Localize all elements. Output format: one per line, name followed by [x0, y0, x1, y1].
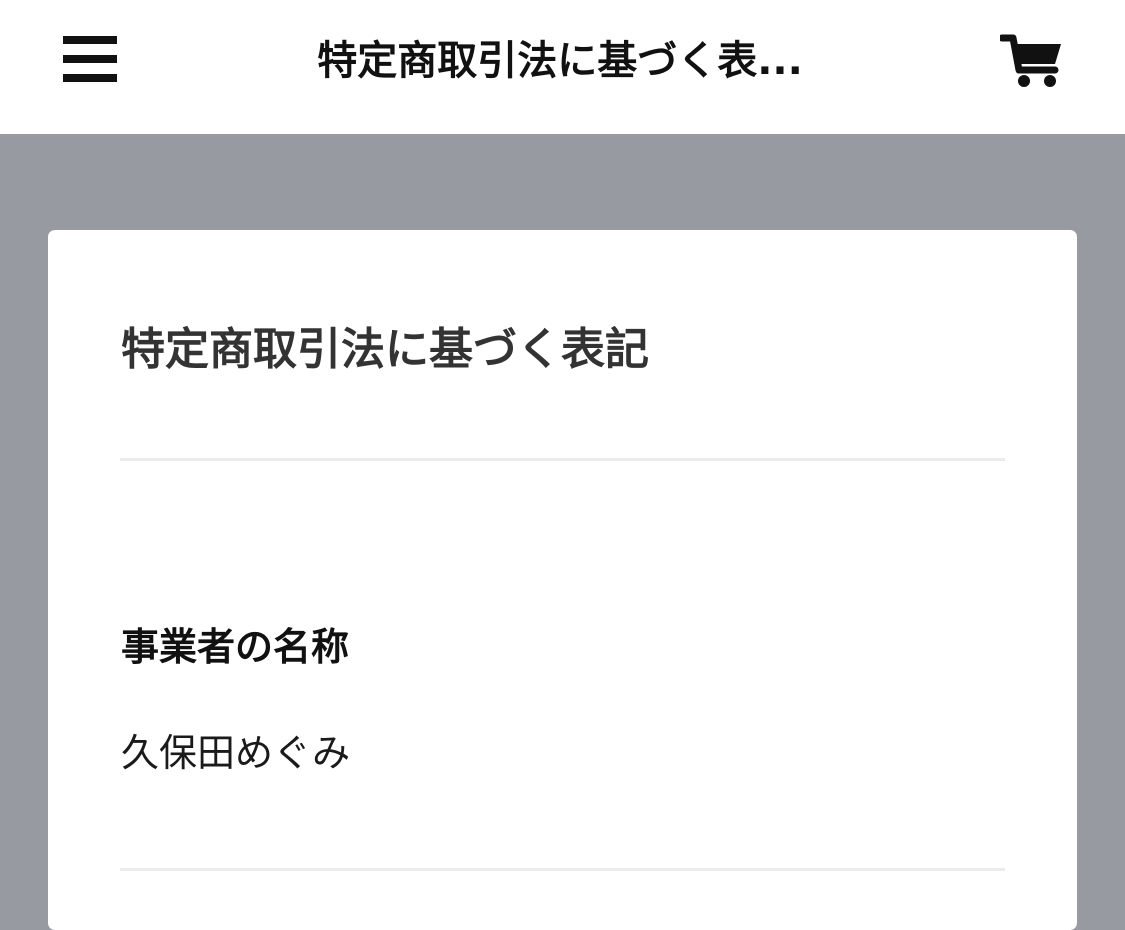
page-title: 特定商取引法に基づく表記 — [121, 324, 649, 375]
section-divider — [120, 868, 1005, 871]
title-divider — [120, 458, 1005, 461]
content-card: 特定商取引法に基づく表記 事業者の名称 久保田めぐみ — [48, 230, 1077, 930]
shopping-cart-icon — [1000, 34, 1061, 87]
business-name-label: 事業者の名称 — [121, 625, 350, 669]
app-header: 特定商取引法に基づく表... — [0, 0, 1125, 134]
menu-button[interactable] — [56, 28, 124, 90]
business-name-value: 久保田めぐみ — [121, 731, 351, 775]
cart-button[interactable] — [1000, 30, 1066, 90]
header-title: 特定商取引法に基づく表... — [317, 38, 803, 84]
